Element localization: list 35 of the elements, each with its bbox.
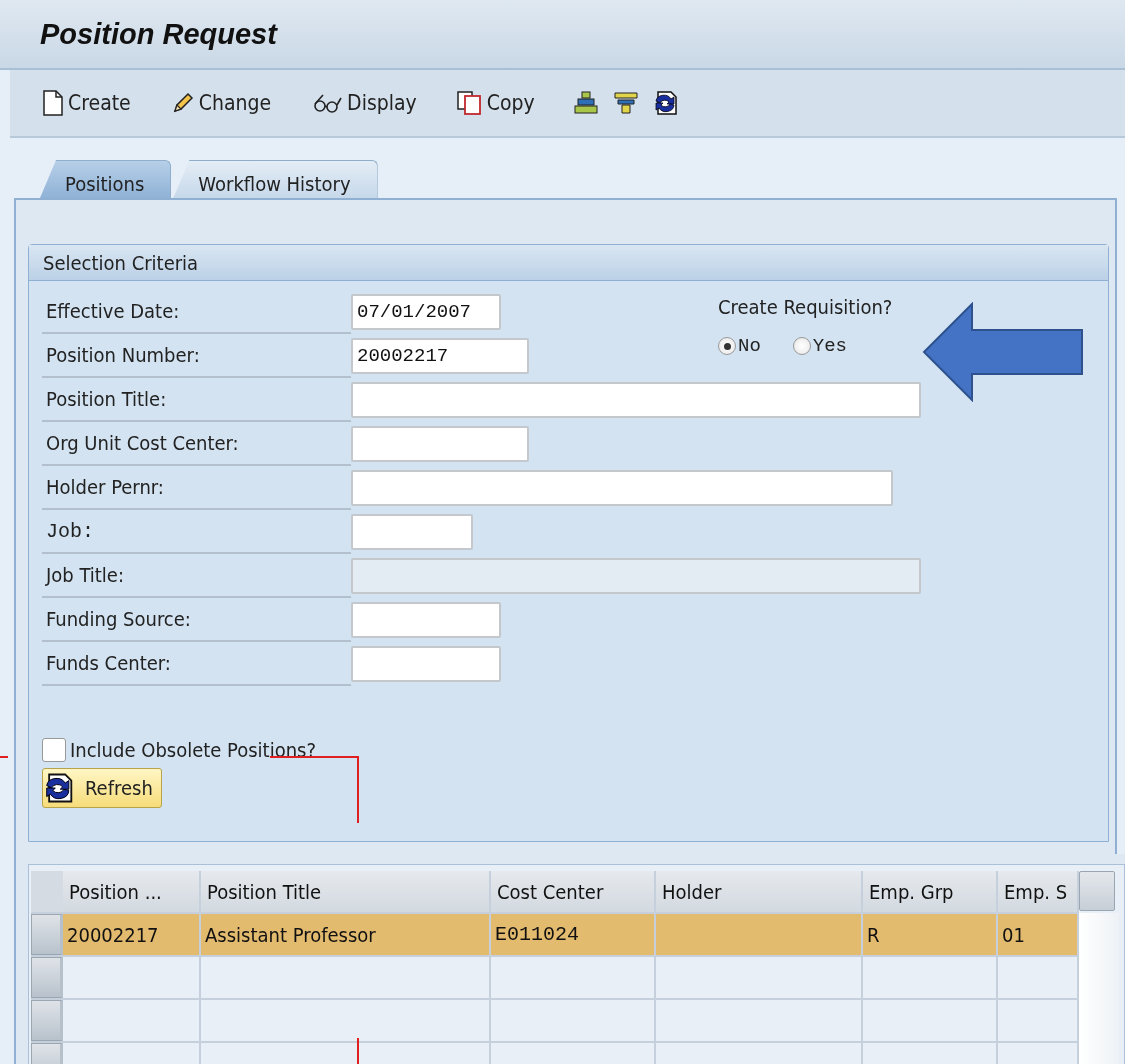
toolbar-button[interactable]: Display [305, 87, 423, 119]
input-field[interactable]: 07/01/2007 [351, 294, 501, 330]
field-label: Funding Source: [46, 607, 191, 631]
radio-option[interactable]: Yes [792, 335, 848, 357]
checkbox-option[interactable]: Include Obsolete Positions? [42, 738, 316, 762]
tab[interactable]: Positions [40, 160, 172, 198]
question-label: Create Requisition? [718, 295, 893, 319]
window-title: Position Request [40, 18, 277, 51]
input-field[interactable]: 20002217 [351, 338, 529, 374]
field-label: Holder Pernr: [46, 475, 164, 499]
column-header[interactable]: Cost Center [491, 871, 656, 912]
field-label: Effective Date: [46, 299, 180, 323]
toolbar-button[interactable]: Change [164, 87, 278, 119]
column-header[interactable]: Holder [656, 871, 863, 912]
tab[interactable]: Workflow History [173, 160, 378, 198]
field-label: Position Number: [46, 343, 200, 367]
group-title: Selection Criteria [43, 250, 199, 275]
toolbar-button[interactable]: Copy [450, 87, 541, 119]
field-label: Job: [46, 519, 94, 543]
table-cell: R [863, 914, 998, 955]
table-cell: Assistant Professor [201, 914, 491, 955]
refresh-button[interactable]: Refresh [42, 768, 162, 808]
table-cell: E011024 [491, 914, 656, 955]
table-cell: 01 [998, 914, 1079, 955]
field-label: Org Unit Cost Center: [46, 431, 239, 455]
toolbar-button[interactable]: Create [36, 86, 137, 120]
column-header[interactable]: Emp. S [998, 871, 1079, 912]
field-label: Funds Center: [46, 651, 171, 675]
radio-option[interactable]: No [718, 335, 761, 357]
table-cell: 20002217 [63, 914, 201, 955]
field-label: Position Title: [46, 387, 167, 411]
field-label: Job Title: [46, 563, 124, 587]
column-header[interactable]: Position Title [201, 871, 491, 912]
column-header[interactable]: Emp. Grp [863, 871, 998, 912]
column-header[interactable]: Position ... [63, 871, 201, 912]
